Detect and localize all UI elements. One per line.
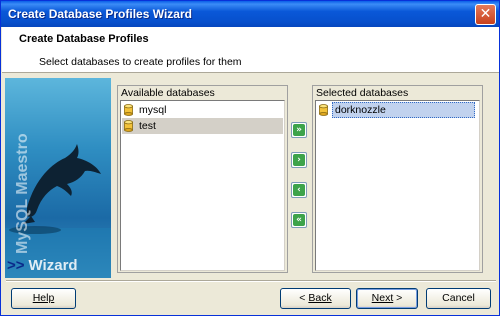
available-databases-label: Available databases [121,87,215,99]
remove-button[interactable]: ‹ [291,182,307,198]
page-title: Create Database Profiles [19,33,149,45]
selected-databases-list[interactable]: dorknozzle [315,100,480,271]
database-name: test [139,120,156,132]
wizard-side-image: MySQL Maestro >> Wizard [5,78,111,278]
left-arrow-icon: ‹ [293,184,305,196]
database-icon [124,104,133,116]
available-databases-panel: Available databases mysql test [117,85,288,273]
list-item[interactable]: mysql [122,102,283,118]
database-name: mysql [139,104,167,116]
window-title: Create Database Profiles Wizard [8,7,192,21]
page-subtitle: Select databases to create profiles for … [39,56,242,68]
selected-databases-panel: Selected databases dorknozzle [312,85,483,273]
footer-divider [6,280,496,282]
available-databases-list[interactable]: mysql test [120,100,285,271]
double-right-arrow-icon: » [293,124,305,136]
next-button[interactable]: Next > [356,288,418,309]
remove-all-button[interactable]: « [291,212,307,228]
wizard-text: >> Wizard [7,257,78,274]
add-all-button[interactable]: » [291,122,307,138]
wizard-window: Create Database Profiles Wizard ✕ Create… [0,0,500,316]
list-item[interactable]: test [122,118,283,134]
cancel-button[interactable]: Cancel [426,288,491,309]
database-name: dorknozzle [332,102,475,118]
close-icon[interactable]: ✕ [475,4,496,25]
help-button[interactable]: Help [11,288,76,309]
title-bar[interactable]: Create Database Profiles Wizard ✕ [1,1,499,27]
wizard-header: Create Database Profiles Select database… [2,27,499,73]
brand-text: MySQL Maestro [14,133,31,254]
list-item[interactable]: dorknozzle [317,102,478,118]
selected-databases-label: Selected databases [316,87,409,99]
add-button[interactable]: › [291,152,307,168]
back-button[interactable]: < Back [280,288,351,309]
right-arrow-icon: › [293,154,305,166]
database-icon [124,120,133,132]
double-left-arrow-icon: « [293,214,305,226]
database-icon [319,104,328,116]
